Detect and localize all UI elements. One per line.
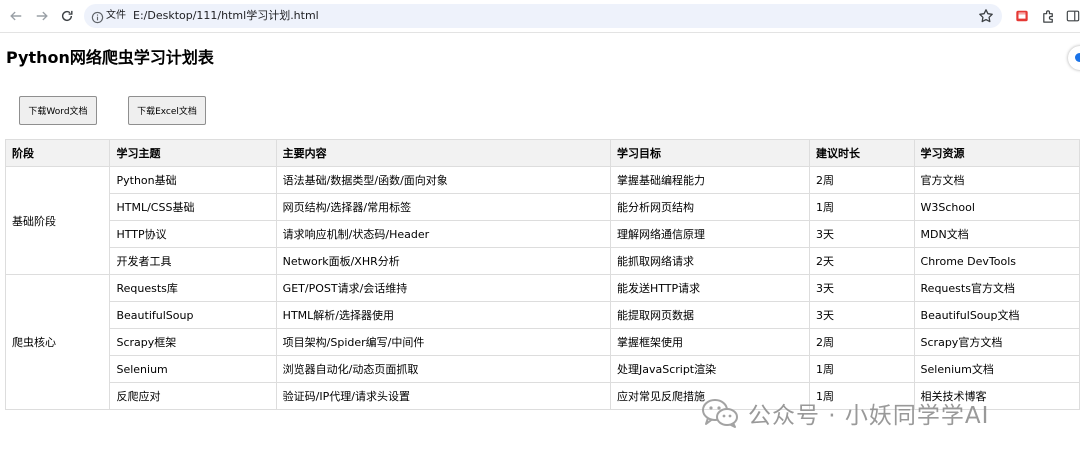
reload-icon[interactable] (57, 6, 77, 26)
download-word-button[interactable]: 下载Word文档 (19, 96, 97, 125)
resource-cell: Selenium文档 (913, 355, 1080, 383)
goal-cell: 处理JavaScript渲染 (609, 355, 811, 383)
study-plan-table: 阶段 学习主题 主要内容 学习目标 建议时长 学习资源 基础阶段 Python基… (4, 139, 1080, 410)
watermark-text: 公众号 · 小妖同学学AI (748, 403, 990, 429)
resource-cell: 官方文档 (913, 166, 1080, 194)
address-bar[interactable]: 文件 E:/Desktop/111/html学习计划.html (84, 4, 1002, 28)
goal-cell: 能分析网页结构 (609, 193, 811, 221)
watermark: 公众号 · 小妖同学学AI (700, 393, 989, 433)
table-row: 开发者工具 Network面板/XHR分析 能抓取网络请求 2天 Chrome … (6, 247, 1080, 275)
resource-cell: Chrome DevTools (913, 247, 1080, 275)
column-header-resource: 学习资源 (913, 139, 1080, 167)
table-row: Selenium 浏览器自动化/动态页面抓取 处理JavaScript渲染 1周… (6, 355, 1080, 383)
table-row: BeautifulSoup HTML解析/选择器使用 能提取网页数据 3天 Be… (6, 301, 1080, 329)
topic-cell: Python基础 (109, 166, 277, 194)
duration-cell: 1周 (809, 193, 915, 221)
content-cell: HTML解析/选择器使用 (275, 301, 611, 329)
resource-cell: Scrapy官方文档 (913, 328, 1080, 356)
topic-cell: BeautifulSoup (109, 301, 277, 329)
wechat-logo-icon (702, 399, 738, 428)
column-header-content: 主要内容 (275, 139, 611, 167)
table-row: HTML/CSS基础 网页结构/选择器/常用标签 能分析网页结构 1周 W3Sc… (6, 193, 1080, 221)
topic-cell: HTML/CSS基础 (109, 193, 277, 221)
table-row: Scrapy框架 项目架构/Spider编写/中间件 掌握框架使用 2周 Scr… (6, 328, 1080, 356)
topic-cell: HTTP协议 (109, 220, 277, 248)
download-excel-button[interactable]: 下载Excel文档 (128, 96, 206, 125)
star-icon[interactable] (978, 8, 994, 24)
duration-cell: 2天 (809, 247, 915, 275)
forward-arrow-icon[interactable] (32, 6, 52, 26)
topic-cell: 开发者工具 (109, 247, 277, 275)
browser-toolbar: 文件 E:/Desktop/111/html学习计划.html (0, 0, 1080, 33)
resource-cell: W3School (913, 193, 1080, 221)
topic-cell: Scrapy框架 (109, 328, 277, 356)
extension-icon[interactable] (1013, 7, 1031, 25)
topic-cell: 反爬应对 (109, 382, 277, 410)
url-text[interactable]: E:/Desktop/111/html学习计划.html (133, 8, 319, 24)
table-row: 基础阶段 Python基础 语法基础/数据类型/函数/面向对象 掌握基础编程能力… (4, 166, 1080, 275)
stage-cell: 爬虫核心 (4, 274, 111, 410)
duration-cell: 1周 (809, 355, 915, 383)
table-row: 爬虫核心 Requests库 GET/POST请求/会话维持 能发送HTTP请求… (4, 274, 1080, 410)
goal-cell: 能发送HTTP请求 (609, 274, 811, 302)
scheme-label: 文件 (106, 10, 126, 21)
duration-cell: 3天 (809, 301, 915, 329)
info-icon[interactable] (91, 9, 104, 24)
puzzle-icon[interactable] (1039, 7, 1057, 25)
page-title: Python网络爬虫学习计划表 (6, 48, 214, 67)
goal-cell: 能抓取网络请求 (609, 247, 811, 275)
stage-cell: 基础阶段 (4, 166, 111, 275)
content-cell: 验证码/IP代理/请求头设置 (275, 382, 611, 410)
topic-cell: Selenium (109, 355, 277, 383)
goal-cell: 理解网络通信原理 (609, 220, 811, 248)
duration-cell: 3天 (809, 274, 915, 302)
content-cell: 请求响应机制/状态码/Header (275, 220, 611, 248)
table-header-row: 阶段 学习主题 主要内容 学习目标 建议时长 学习资源 (4, 139, 1080, 167)
goal-cell: 能提取网页数据 (609, 301, 811, 329)
goal-cell: 掌握基础编程能力 (609, 166, 811, 194)
floating-assistant-button[interactable] (1068, 46, 1080, 70)
table-row: HTTP协议 请求响应机制/状态码/Header 理解网络通信原理 3天 MDN… (6, 220, 1080, 248)
duration-cell: 3天 (809, 220, 915, 248)
topic-cell: Requests库 (109, 274, 277, 302)
content-cell: 语法基础/数据类型/函数/面向对象 (275, 166, 611, 194)
duration-cell: 2周 (809, 166, 915, 194)
side-panel-icon[interactable] (1064, 7, 1080, 25)
back-arrow-icon[interactable] (6, 6, 26, 26)
duration-cell: 2周 (809, 328, 915, 356)
resource-cell: BeautifulSoup文档 (913, 301, 1080, 329)
content-cell: 网页结构/选择器/常用标签 (275, 193, 611, 221)
column-header-duration: 建议时长 (809, 139, 915, 167)
column-header-topic: 学习主题 (109, 139, 277, 167)
content-cell: GET/POST请求/会话维持 (275, 274, 611, 302)
content-cell: 浏览器自动化/动态页面抓取 (275, 355, 611, 383)
column-header-goal: 学习目标 (609, 139, 811, 167)
column-header-stage: 阶段 (4, 139, 111, 167)
goal-cell: 掌握框架使用 (609, 328, 811, 356)
content-cell: 项目架构/Spider编写/中间件 (275, 328, 611, 356)
resource-cell: MDN文档 (913, 220, 1080, 248)
content-cell: Network面板/XHR分析 (275, 247, 611, 275)
resource-cell: Requests官方文档 (913, 274, 1080, 302)
